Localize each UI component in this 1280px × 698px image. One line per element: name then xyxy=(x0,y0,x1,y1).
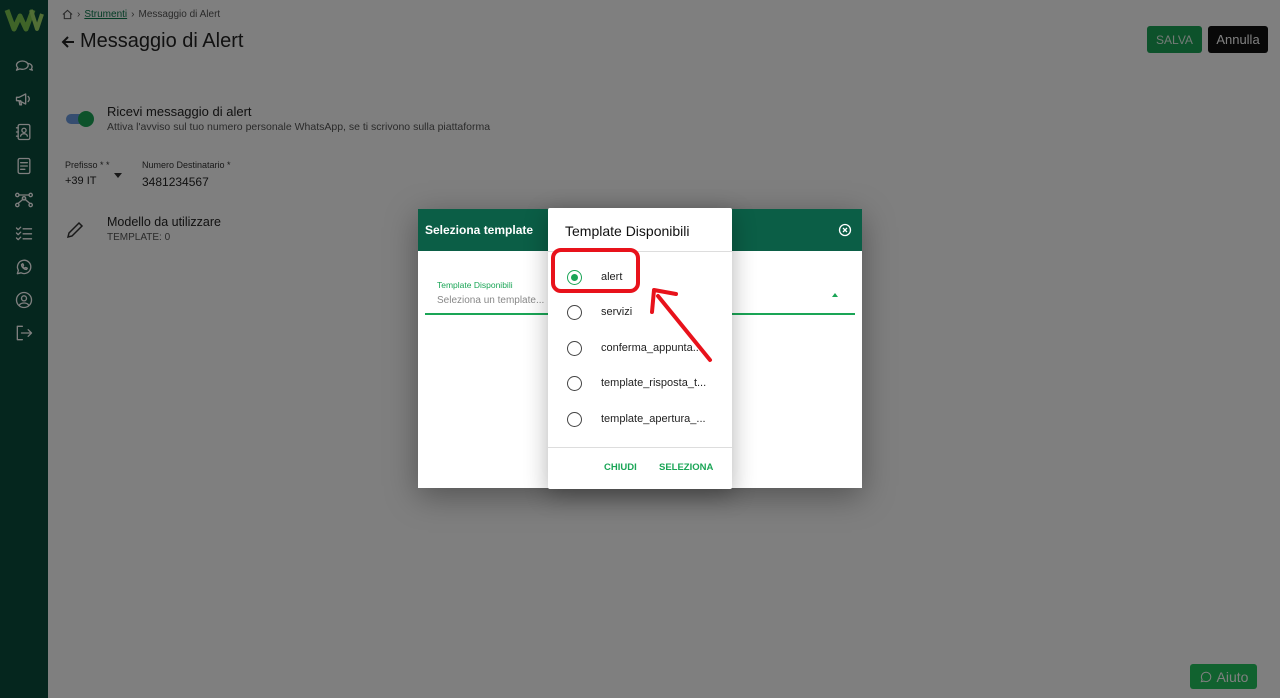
template-field-label: Template Disponibili xyxy=(437,280,513,290)
radio-icon[interactable] xyxy=(567,341,582,356)
popup-title: Template Disponibili xyxy=(565,223,690,239)
highlight-annotation xyxy=(551,248,640,293)
option-label: servizi xyxy=(601,306,633,318)
red-arrow-icon xyxy=(650,288,712,362)
close-button[interactable]: CHIUDI xyxy=(604,462,637,473)
select-button[interactable]: SELEZIONA xyxy=(659,462,713,473)
dialog-title: Seleziona template xyxy=(425,223,534,237)
template-option-avvio[interactable]: avvio_conversazione xyxy=(548,437,732,447)
template-option-apertura[interactable]: template_apertura_... xyxy=(548,402,732,437)
option-label: template_apertura_... xyxy=(601,413,706,425)
close-icon[interactable] xyxy=(838,223,852,237)
radio-icon[interactable] xyxy=(567,412,582,427)
template-option-risposta[interactable]: template_risposta_t... xyxy=(548,366,732,401)
option-label: template_risposta_t... xyxy=(601,377,707,389)
radio-icon[interactable] xyxy=(567,305,582,320)
caret-up-icon[interactable] xyxy=(832,293,838,297)
radio-icon[interactable] xyxy=(567,376,582,391)
divider xyxy=(548,447,732,448)
template-select[interactable]: Seleziona un template... xyxy=(437,295,544,306)
